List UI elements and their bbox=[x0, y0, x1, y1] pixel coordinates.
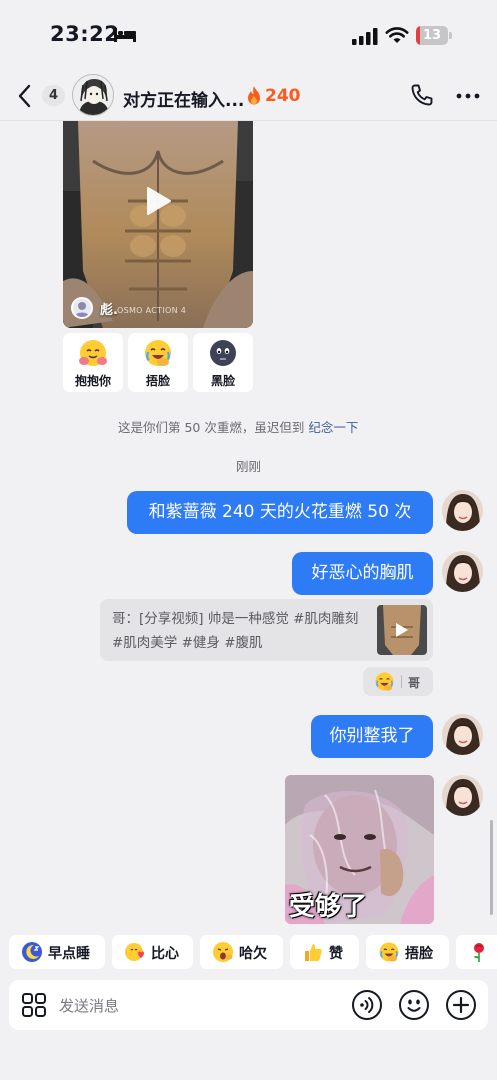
battery-level: 13 bbox=[422, 28, 442, 43]
phone-call-icon[interactable] bbox=[410, 83, 434, 107]
video-author-name: 彪. bbox=[100, 303, 118, 318]
hug-emoji-icon bbox=[79, 340, 107, 366]
quick-reply-rose[interactable] bbox=[456, 935, 497, 969]
quick-reply-like[interactable]: 赞 bbox=[290, 935, 359, 969]
reaction-divider bbox=[401, 675, 402, 688]
quick-reply-label: 赞 bbox=[329, 946, 343, 962]
heart-hands-icon bbox=[125, 943, 144, 961]
unread-count-badge[interactable]: 4 bbox=[42, 85, 65, 106]
yawn-emoji-icon bbox=[213, 942, 233, 962]
dark-face-emoji-icon bbox=[210, 340, 236, 366]
scrollbar[interactable] bbox=[490, 820, 493, 915]
sticker-label: 黑脸 bbox=[210, 374, 235, 388]
commemorate-link[interactable]: 纪念一下 bbox=[308, 420, 358, 435]
play-icon[interactable] bbox=[146, 186, 172, 216]
system-message-text: 这是你们第 50 次重燃，虽迟但到 bbox=[118, 420, 305, 435]
play-icon bbox=[396, 623, 408, 637]
sticker-button-facepalm[interactable]: 捂脸 bbox=[128, 333, 188, 392]
facepalm-emoji-icon bbox=[145, 340, 171, 366]
back-icon[interactable] bbox=[16, 83, 36, 109]
sticker-label: 抱抱你 bbox=[74, 374, 111, 388]
outgoing-message-bubble[interactable]: 好恶心的胸肌 bbox=[292, 552, 433, 595]
sticker-caption: 受够了 bbox=[289, 892, 368, 922]
outgoing-message-bubble[interactable]: 你别整我了 bbox=[311, 715, 433, 758]
quick-reply-sleep[interactable]: 早点睡 bbox=[9, 935, 105, 969]
sleep-mode-icon bbox=[114, 28, 136, 42]
moon-sleep-icon bbox=[22, 942, 42, 962]
quick-reply-label: 比心 bbox=[151, 946, 179, 962]
my-avatar[interactable] bbox=[442, 551, 483, 592]
quoted-message-text: 哥：[分享视频] 帅是一种感觉 #肌肉雕刻 #肌肉美学 #健身 #腹肌 bbox=[112, 611, 359, 651]
quick-reply-label: 早点睡 bbox=[48, 946, 90, 962]
message-timestamp: 刚刚 bbox=[235, 459, 261, 474]
quick-reply-yawn[interactable]: 哈欠 bbox=[200, 935, 283, 969]
fire-icon bbox=[248, 86, 260, 105]
thumbs-up-icon bbox=[305, 944, 322, 961]
sticker-button-hug[interactable]: 抱抱你 bbox=[63, 333, 123, 392]
battery-indicator: 13 bbox=[416, 26, 452, 45]
reaction-user: 哥 bbox=[408, 676, 421, 690]
video-author-avatar bbox=[71, 297, 93, 319]
message-input[interactable] bbox=[59, 995, 329, 1017]
sticker-button-dark-face[interactable]: 黑脸 bbox=[193, 333, 253, 392]
video-watermark: OSMO ACTION 4 bbox=[117, 306, 187, 315]
cellular-signal-icon bbox=[352, 28, 378, 45]
status-time: 23:22 bbox=[50, 22, 120, 46]
contact-avatar[interactable] bbox=[72, 74, 114, 116]
my-avatar[interactable] bbox=[442, 714, 483, 755]
voice-message-icon[interactable] bbox=[351, 989, 383, 1021]
apps-grid-icon[interactable] bbox=[21, 992, 47, 1018]
plus-icon[interactable] bbox=[445, 989, 477, 1021]
wifi-icon bbox=[385, 27, 409, 43]
quick-reply-heart[interactable]: 比心 bbox=[112, 935, 193, 969]
facepalm-emoji-icon bbox=[379, 942, 399, 962]
quick-reply-label: 捂脸 bbox=[405, 946, 433, 962]
my-avatar[interactable] bbox=[442, 490, 483, 531]
spark-streak-count: 240 bbox=[265, 86, 301, 106]
my-avatar[interactable] bbox=[442, 775, 483, 816]
quick-reply-label: 哈欠 bbox=[239, 946, 267, 962]
chat-title: 对方正在输入... bbox=[123, 91, 245, 111]
outgoing-message-bubble[interactable]: 和紫蔷薇 240 天的火花重燃 50 次 bbox=[127, 491, 433, 534]
facepalm-emoji-icon bbox=[375, 672, 394, 691]
quick-reply-facepalm[interactable]: 捂脸 bbox=[366, 935, 449, 969]
more-options-icon[interactable] bbox=[456, 93, 480, 99]
sticker-label: 捂脸 bbox=[145, 374, 170, 388]
shared-video-card[interactable] bbox=[63, 121, 253, 328]
rekindle-system-message: 这是你们第 50 次重燃，虽迟但到 纪念一下 bbox=[118, 417, 358, 436]
rose-icon bbox=[474, 943, 484, 962]
emoji-picker-icon[interactable] bbox=[398, 989, 430, 1021]
